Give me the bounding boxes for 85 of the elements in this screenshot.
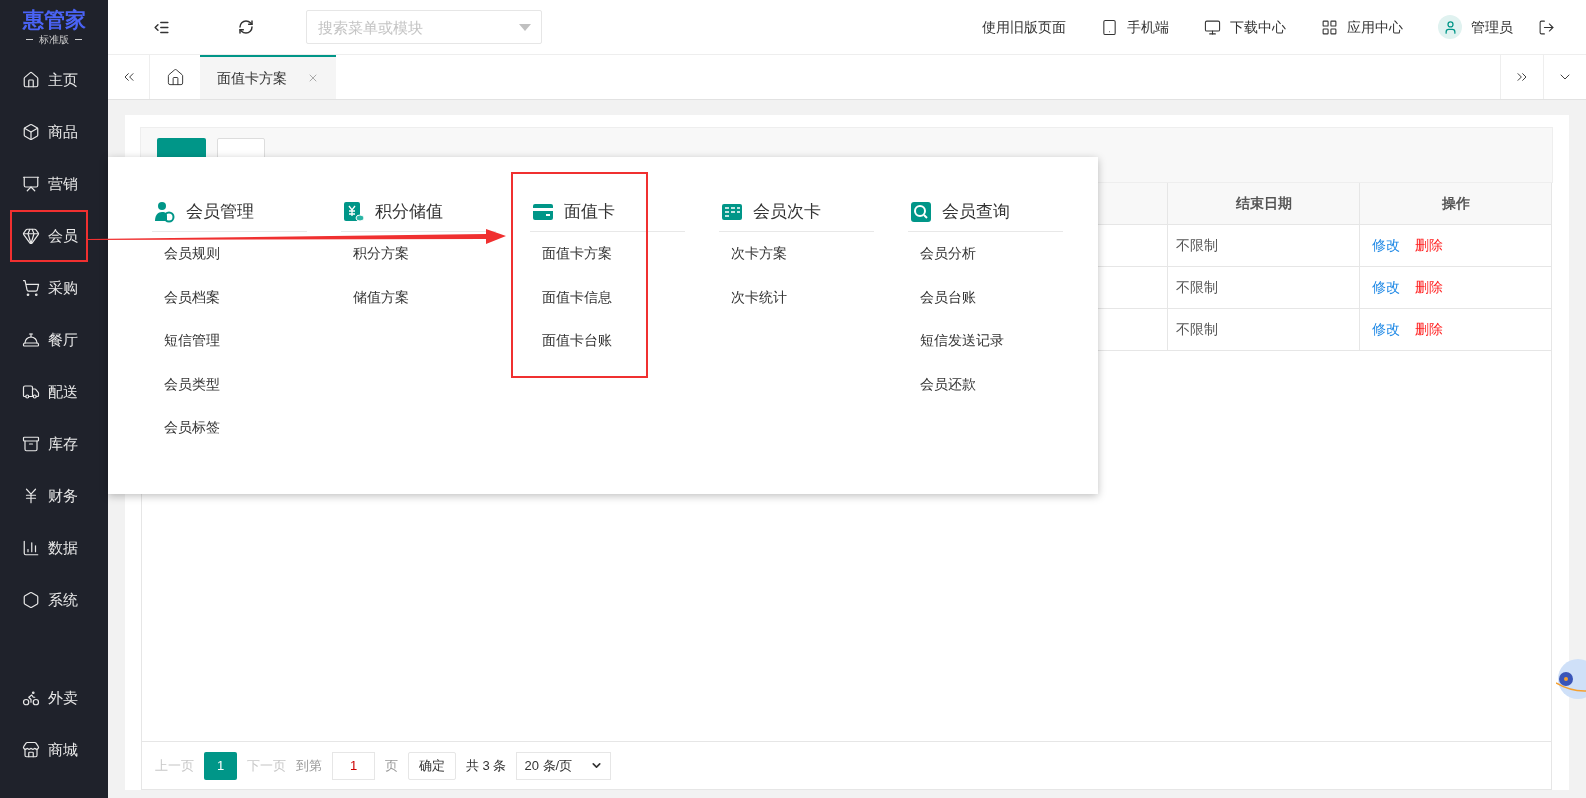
menu-item[interactable]: 次卡方案 (719, 232, 874, 276)
edit-link[interactable]: 修改 (1372, 235, 1400, 256)
sidebar-item[interactable]: 会员 (10, 210, 88, 262)
member-icon (154, 200, 176, 223)
phone-icon (1101, 18, 1118, 36)
menu-item[interactable]: 面值卡台账 (530, 319, 685, 363)
delete-link[interactable]: 删除 (1415, 235, 1443, 256)
apps-icon (1321, 18, 1338, 36)
column-header: 操作 (1359, 183, 1551, 224)
menu-item[interactable]: 面值卡信息 (530, 275, 685, 319)
menu-item[interactable]: 储值方案 (341, 275, 496, 319)
page-size-select[interactable]: 20 条/页 (516, 751, 612, 780)
column-header: 结束日期 (1167, 183, 1359, 224)
cart-icon (22, 279, 40, 297)
avatar-icon (1438, 15, 1462, 39)
delete-link[interactable]: 删除 (1415, 277, 1443, 298)
header-link[interactable]: 管理员 (1438, 15, 1513, 39)
menu-item[interactable]: 面值卡方案 (530, 232, 685, 276)
edition-label: 标准版 (39, 32, 69, 47)
menu-group-title: 会员管理 (186, 200, 254, 223)
menu-item[interactable]: 会员类型 (152, 362, 307, 406)
sidebar-item[interactable]: 系统 (10, 574, 88, 626)
home-tab-icon[interactable] (165, 67, 185, 87)
coin-icon (343, 200, 365, 223)
menu-item[interactable]: 次卡统计 (719, 275, 874, 319)
sidebar-item[interactable]: 商城 (10, 724, 88, 776)
sidebar-item[interactable]: 采购 (10, 262, 88, 314)
house-icon (22, 71, 40, 89)
header-link[interactable]: 下载中心 (1204, 16, 1286, 38)
header-link[interactable]: 使用旧版页面 (982, 16, 1066, 38)
hexagon-icon (22, 591, 40, 609)
chart-board-icon (22, 175, 40, 193)
logout-icon[interactable] (1538, 18, 1555, 36)
menu-item[interactable]: 会员台账 (908, 275, 1063, 319)
search-field[interactable]: 搜索菜单或模块 (306, 10, 542, 44)
confirm-button[interactable]: 确定 (408, 751, 456, 780)
sidebar-item[interactable]: 商品 (10, 106, 88, 158)
menu-group-title: 面值卡 (564, 200, 615, 223)
sidebar-item[interactable]: 餐厅 (10, 314, 88, 366)
service-bell-icon (22, 331, 40, 349)
page-input[interactable]: 1 (332, 751, 375, 780)
goto-label: 到第 (296, 756, 322, 775)
page-unit-label: 页 (385, 756, 398, 775)
menu-item[interactable]: 会员还款 (908, 362, 1063, 406)
sidebar-item[interactable]: 外卖 (10, 672, 88, 724)
sidebar-item[interactable]: 库存 (10, 418, 88, 470)
table-cell: 不限制 (1167, 309, 1359, 350)
menu-group-title: 会员查询 (942, 200, 1010, 223)
delete-link[interactable]: 删除 (1415, 319, 1443, 340)
sidebar-item[interactable]: 主页 (10, 54, 88, 106)
menu-item[interactable]: 会员规则 (152, 232, 307, 276)
monitor-icon (1204, 18, 1221, 36)
gem-icon (22, 227, 40, 245)
bike-icon (22, 689, 40, 707)
sidebar-item[interactable]: 配送 (10, 366, 88, 418)
archive-icon (22, 435, 40, 453)
header-link[interactable]: 手机端 (1101, 16, 1169, 38)
help-robot-icon[interactable] (1556, 657, 1586, 701)
refresh-icon[interactable] (238, 19, 254, 35)
menu-item[interactable]: 会员分析 (908, 232, 1063, 276)
sidebar-item[interactable]: 营销 (10, 158, 88, 210)
page-tab[interactable]: 面值卡方案 (200, 55, 336, 99)
menu-group-title: 会员次卡 (753, 200, 821, 223)
table-cell: 不限制 (1167, 267, 1359, 308)
menu-group-title: 积分储值 (375, 200, 443, 223)
header-link[interactable]: 应用中心 (1321, 16, 1403, 38)
bar-chart-icon (22, 539, 40, 557)
menu-item[interactable]: 会员标签 (152, 406, 307, 450)
caret-icon (519, 24, 531, 31)
search-icon (910, 200, 932, 223)
menu-item[interactable]: 积分方案 (341, 232, 496, 276)
page-number[interactable]: 1 (204, 751, 237, 780)
cube-icon (22, 123, 40, 141)
edit-link[interactable]: 修改 (1372, 277, 1400, 298)
store-icon (22, 741, 40, 759)
menu-item[interactable]: 短信管理 (152, 319, 307, 363)
truck-icon (22, 383, 40, 401)
menu-item[interactable]: 短信发送记录 (908, 319, 1063, 363)
logo: 惠管家 (22, 7, 86, 32)
menu-item[interactable]: 会员档案 (152, 275, 307, 319)
sidebar-item[interactable]: 财务 (10, 470, 88, 522)
total-count: 共 3 条 (466, 756, 507, 775)
sidebar-item[interactable]: 数据 (10, 522, 88, 574)
table-cell: 不限制 (1167, 225, 1359, 266)
edit-link[interactable]: 修改 (1372, 319, 1400, 340)
